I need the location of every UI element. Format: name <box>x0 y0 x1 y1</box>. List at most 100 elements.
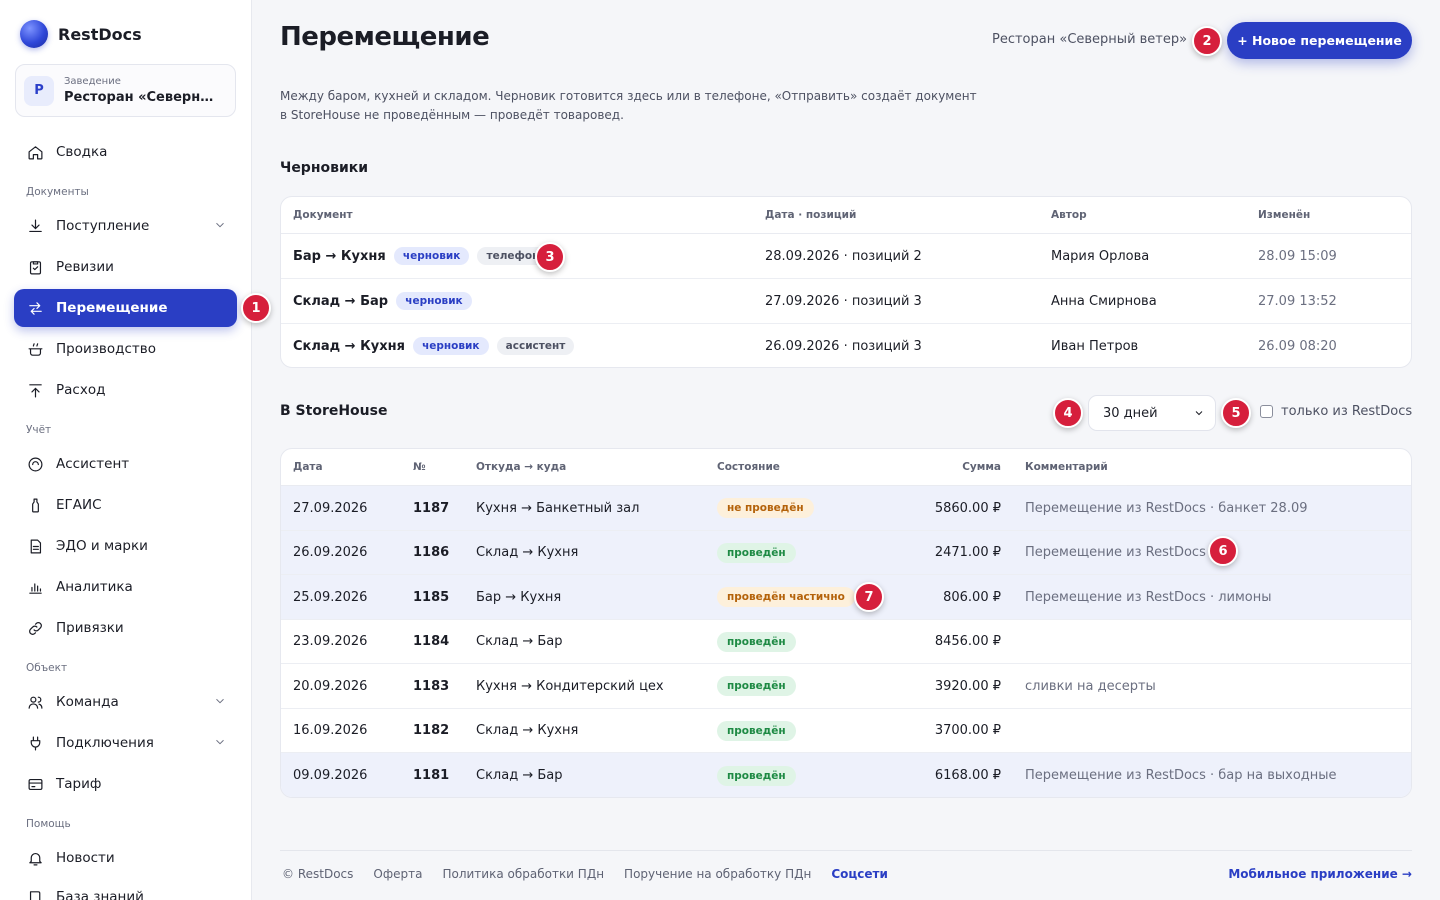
sidebar-item-edo[interactable]: ЭДО и марки <box>14 527 237 565</box>
marker-7: 7 <box>854 582 884 612</box>
marker-1: 1 <box>241 293 271 323</box>
chevron-down-icon[interactable] <box>213 735 227 749</box>
footer: © RestDocs Оферта Политика обработки ПДн… <box>280 850 1412 900</box>
table-row[interactable]: 26.09.2026 1186 Склад → Кухня проведён 2471.… <box>281 531 1411 575</box>
nav-section-object: Объект <box>26 662 68 674</box>
sh-comment: Перемещение из RestDocs · бар на выходны… <box>1025 768 1337 783</box>
status-badge: проведён частично <box>717 587 855 607</box>
status-badge: проведён <box>717 542 796 563</box>
sh-date: 23.09.2026 <box>293 634 368 649</box>
sidebar-item-connections[interactable]: Подключения <box>14 724 237 762</box>
sidebar-item-label: Ревизии <box>56 259 114 275</box>
draft-tag: черновик <box>393 247 470 265</box>
storehouse-title: В StoreHouse <box>280 403 388 419</box>
venue-crumb: Ресторан «Северный ветер» <box>992 32 1188 47</box>
sidebar-item-egais[interactable]: ЕГАИС <box>14 486 237 524</box>
table-row[interactable]: 09.09.2026 1181 Склад → Бар проведён 6168.00… <box>281 753 1411 797</box>
draft-author: Мария Орлова <box>1051 248 1150 264</box>
col-doc: Документ <box>293 209 353 221</box>
sh-date: 26.09.2026 <box>293 545 368 560</box>
sidebar-item-label: Аналитика <box>56 579 133 595</box>
marker-2: 2 <box>1192 26 1222 56</box>
bottle-icon <box>26 496 44 514</box>
table-row[interactable]: 27.09.2026 1187 Кухня → Банкетный зал не пр… <box>281 486 1411 531</box>
col-date: Дата · позиций <box>765 209 857 221</box>
sh-route: Склад → Бар <box>476 768 563 783</box>
chevron-down-icon[interactable] <box>213 694 227 708</box>
table-row[interactable]: 23.09.2026 1184 Склад → Бар проведён 8456.00… <box>281 620 1411 664</box>
sh-num: 1182 <box>413 723 450 738</box>
only-restdocs-filter[interactable]: только из RestDocs <box>1260 404 1412 419</box>
table-row[interactable]: 25.09.2026 1185 Бар → Кухня проведён частич… <box>281 575 1411 620</box>
sidebar-item-summary[interactable]: Сводка <box>14 133 237 171</box>
brand[interactable]: RestDocs <box>0 0 251 50</box>
sh-route: Склад → Бар <box>476 634 563 649</box>
brand-logo <box>20 20 48 48</box>
nav-section-docs: Документы <box>26 186 89 198</box>
main-content: Перемещение Ресторан «Северный ветер» + … <box>252 0 1440 900</box>
table-row[interactable]: Бар → Кухня черновик телефон 28.09.2026 … <box>281 234 1411 279</box>
sh-date: 20.09.2026 <box>293 678 368 694</box>
sidebar-item-analytics[interactable]: Аналитика <box>14 568 237 606</box>
sh-date: 25.09.2026 <box>293 589 368 605</box>
new-transfer-button[interactable]: + Новое перемещение <box>1227 22 1412 59</box>
table-row[interactable]: Склад → Кухня черновик ассистент 26.09.2… <box>281 324 1411 367</box>
storehouse-header: Дата № Откуда → куда Состояние Сумма Ком… <box>281 449 1411 486</box>
sh-comment: Перемещение из RestDocs · лимоны <box>1025 589 1272 605</box>
col-state: Состояние <box>717 461 780 473</box>
sh-date: 27.09.2026 <box>293 500 368 516</box>
sidebar: RestDocs Р Заведение Ресторан «Северный … <box>0 0 252 900</box>
sh-sum: 6168.00 ₽ <box>934 768 1001 783</box>
sh-route: Бар → Кухня <box>476 589 562 605</box>
table-row[interactable]: 16.09.2026 1182 Склад → Кухня проведён 3700.… <box>281 709 1411 753</box>
draft-date: 27.09.2026 · позиций 3 <box>765 293 922 309</box>
sh-route: Кухня → Кондитерский цех <box>476 678 664 694</box>
sidebar-item-news[interactable]: Новости <box>14 839 237 877</box>
footer-assignment-link[interactable]: Поручение на обработку ПДн <box>624 867 811 881</box>
sh-num: 1184 <box>413 634 450 649</box>
footer-social-link[interactable]: Соцсети <box>831 867 888 881</box>
sidebar-item-tariff[interactable]: Тариф <box>14 765 237 803</box>
drafts-header: Документ Дата · позиций Автор Изменён <box>281 197 1411 234</box>
sh-num: 1181 <box>413 768 450 783</box>
sidebar-item-transfer[interactable]: Перемещение <box>14 289 237 327</box>
sidebar-item-team[interactable]: Команда <box>14 683 237 721</box>
sidebar-item-assistant[interactable]: Ассистент <box>14 445 237 483</box>
col-route: Откуда → куда <box>476 461 567 473</box>
venue-switcher[interactable]: Р Заведение Ресторан «Северный ветер» <box>15 64 236 117</box>
brand-name: RestDocs <box>58 24 142 44</box>
sidebar-item-bindings[interactable]: Привязки <box>14 609 237 647</box>
marker-6: 6 <box>1208 536 1238 566</box>
footer-policy-link[interactable]: Политика обработки ПДн <box>442 867 604 881</box>
col-author: Автор <box>1051 209 1087 221</box>
period-select[interactable]: 30 дней <box>1088 395 1216 431</box>
sidebar-item-expense[interactable]: Расход <box>14 371 237 409</box>
sh-route: Кухня → Банкетный зал <box>476 500 640 516</box>
sidebar-item-receipt[interactable]: Поступление <box>14 207 237 245</box>
sidebar-item-label: Поступление <box>56 218 150 234</box>
table-row[interactable]: Склад → Бар черновик 27.09.2026 · позици… <box>281 279 1411 324</box>
sidebar-item-production[interactable]: Производство <box>14 330 237 368</box>
arrows-swap-icon <box>26 299 44 317</box>
draft-name: Бар → Кухня <box>293 249 386 264</box>
venue-name: Ресторан «Северный ветер» <box>64 90 224 105</box>
col-comment: Комментарий <box>1025 461 1108 473</box>
marker-4: 4 <box>1053 398 1083 428</box>
sh-comment: сливки на десерты <box>1025 678 1156 694</box>
sidebar-item-inventory[interactable]: Ревизии <box>14 248 237 286</box>
sh-sum: 2471.00 ₽ <box>934 545 1001 560</box>
sh-sum: 3920.00 ₽ <box>934 678 1001 694</box>
marker-5: 5 <box>1221 398 1251 428</box>
only-restdocs-checkbox[interactable] <box>1260 405 1273 418</box>
footer-mobile-link[interactable]: Мобильное приложение → <box>1228 867 1412 881</box>
table-row[interactable]: 20.09.2026 1183 Кухня → Кондитерский цех пр… <box>281 664 1411 709</box>
venue-label: Заведение <box>64 76 121 87</box>
footer-offer-link[interactable]: Оферта <box>373 867 422 881</box>
col-num: № <box>413 461 426 473</box>
sidebar-item-kb[interactable]: База знаний <box>14 878 237 900</box>
sidebar-item-label: Команда <box>56 694 119 710</box>
sidebar-item-label: ЭДО и марки <box>56 538 148 554</box>
venue-avatar: Р <box>24 75 54 106</box>
chevron-down-icon[interactable] <box>213 218 227 232</box>
card-icon <box>26 775 44 793</box>
